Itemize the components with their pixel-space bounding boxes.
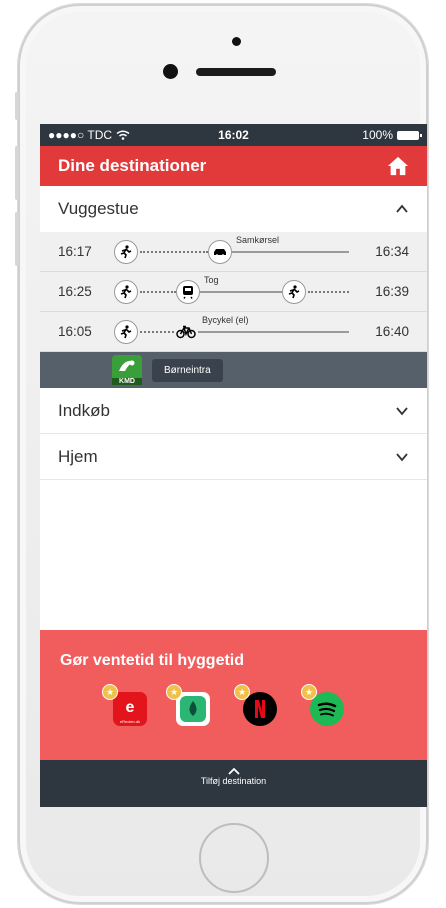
proximity-sensor [232,37,241,46]
volume-down-button [15,212,19,266]
walk-icon [114,240,138,264]
volume-up-button [15,146,19,200]
section-title: Hjem [58,446,98,466]
star-badge-icon: ★ [102,684,118,700]
walk-segment [140,331,174,333]
route-row[interactable]: 16:05 Bycykel (el) 16:40 [40,312,427,352]
add-destination-label: Tilføj destination [200,776,267,786]
route-row[interactable]: 16:25 Tog 16:39 [40,272,427,312]
mute-switch [15,92,19,120]
route-track: Tog [114,272,349,312]
promo-banner: Gør ventetid til hyggetid e eReolen.dk ★… [40,630,427,760]
status-bar: ●●●●○ TDC 16:02 100% [40,124,427,146]
walk-segment [308,291,349,293]
route-track: Bycykel (el) [114,312,349,352]
battery-icon [397,130,422,140]
train-icon [176,280,200,304]
add-destination-bar[interactable]: Tilføj destination [40,760,427,807]
transport-label: Tog [204,275,219,285]
departure-time: 16:17 [58,244,92,259]
bicycle-icon [174,320,198,344]
ride-segment [232,251,349,253]
section-title: Vuggestue [58,199,139,218]
chevron-down-icon[interactable] [395,450,409,464]
route-row[interactable]: 16:17 Samkørsel 16:34 [40,232,427,272]
earpiece-speaker [196,68,276,76]
front-camera [163,64,178,79]
app-screen: ●●●●○ TDC 16:02 100% Dine destinationer … [40,124,427,807]
transport-label: Samkørsel [236,235,280,245]
transport-label: Bycykel (el) [202,315,249,325]
app-shortcut-strip: KMD Børneintra [40,352,427,388]
car-icon [208,240,232,264]
walk-icon [114,320,138,344]
route-track: Samkørsel [114,232,349,272]
route-list: 16:17 Samkørsel 16:34 16:25 Tog 16:39 16… [40,232,427,352]
clock: 16:02 [218,128,249,142]
page-title: Dine destinationer [58,156,207,175]
walk-segment [140,291,176,293]
home-button[interactable] [199,823,269,893]
ereolen-caption: eReolen.dk [119,719,141,724]
departure-time: 16:05 [58,324,92,339]
ereolen-app-icon[interactable]: e eReolen.dk [113,692,147,726]
arrival-time: 16:40 [375,324,409,339]
section-hjem[interactable]: Hjem [40,434,427,480]
walk-segment [140,251,208,253]
train-segment [200,291,282,293]
borneintra-button[interactable]: Børneintra [152,358,223,382]
bike-segment [198,331,349,333]
arrival-time: 16:39 [375,284,409,299]
section-vuggestue[interactable]: Vuggestue [40,186,427,232]
promo-title: Gør ventetid til hyggetid [60,652,245,669]
walk-icon [114,280,138,304]
departure-time: 16:25 [58,284,92,299]
arrival-time: 16:34 [375,244,409,259]
section-indkob[interactable]: Indkøb [40,388,427,434]
chevron-up-icon[interactable] [395,202,409,216]
star-badge-icon: ★ [166,684,182,700]
app-header: Dine destinationer [40,146,427,186]
chevron-down-icon[interactable] [395,404,409,418]
star-badge-icon: ★ [234,684,250,700]
borneintra-app-icon[interactable]: KMD [112,355,142,385]
chevron-up-icon[interactable] [227,766,241,776]
star-badge-icon: ★ [301,684,317,700]
mofibo-app-icon[interactable] [176,692,210,726]
walk-icon [282,280,306,304]
kmd-label: KMD [112,378,142,385]
svg-text:e: e [126,699,135,716]
home-icon[interactable] [387,155,409,177]
section-title: Indkøb [58,400,110,420]
